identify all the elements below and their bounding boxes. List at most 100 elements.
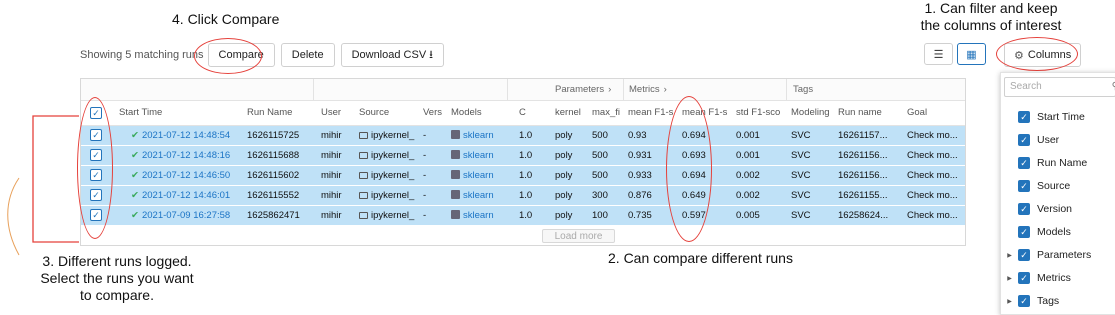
column-option[interactable]: ✓ Run Name <box>1001 153 1115 173</box>
column-header[interactable]: Run Name <box>247 103 317 123</box>
table-cell-source: ipykernel_ <box>359 146 419 166</box>
column-option-label: Parameters <box>1037 249 1092 261</box>
column-header[interactable]: kernel <box>555 103 589 123</box>
table-row[interactable]: ✓ ✔ 2021-07-12 14:48:16 1626115688 mihir ipyk… <box>81 146 965 166</box>
column-option[interactable]: ▶ ✓ Parameters <box>1001 245 1115 265</box>
group-metrics[interactable]: Metrics › <box>629 84 667 95</box>
column-header[interactable]: Modeling <box>791 103 835 123</box>
table-cell-start-time[interactable]: ✔ 2021-07-09 16:27:58 <box>131 206 257 226</box>
table-cell-run-name: 1626115602 <box>247 170 300 181</box>
group-divider <box>313 79 314 101</box>
group-parameters[interactable]: Parameters › <box>555 84 611 95</box>
group-tags[interactable]: Tags <box>793 84 813 95</box>
compare-button[interactable]: Compare <box>207 43 275 67</box>
column-option[interactable]: ✓ User <box>1001 130 1115 150</box>
row-checkbox[interactable]: ✓ <box>90 169 102 181</box>
column-checkbox[interactable]: ✓ <box>1018 272 1030 284</box>
column-checkbox[interactable]: ✓ <box>1018 111 1030 123</box>
column-search-input[interactable]: Search ⚲ <box>1004 77 1115 97</box>
column-header[interactable]: Vers <box>423 103 447 123</box>
expand-arrow-icon[interactable]: ▶ <box>1001 252 1018 259</box>
annotation-step3-line1: 3. Different runs logged. <box>42 253 192 269</box>
runs-table: Parameters › Metrics › Tags ✓ Start Time Run… <box>80 78 966 246</box>
start-time-link[interactable]: 2021-07-12 14:46:50 <box>142 170 230 181</box>
table-cell-std: 0.002 <box>736 170 760 181</box>
row-checkbox[interactable]: ✓ <box>90 189 102 201</box>
table-cell-start-time[interactable]: ✔ 2021-07-12 14:46:50 <box>131 166 257 186</box>
select-all-checkbox[interactable]: ✓ <box>90 107 102 119</box>
table-cell-model[interactable]: sklearn <box>451 126 513 146</box>
column-header[interactable]: mean F1-s <box>628 103 678 123</box>
start-time-link[interactable]: 2021-07-12 14:48:54 <box>142 130 230 141</box>
table-cell-run-name-tag: 16261157... <box>838 130 888 141</box>
table-cell-c: 1.0 <box>519 190 533 201</box>
column-header[interactable]: std F1-sco <box>736 103 786 123</box>
table-cell-c: 1.0 <box>519 170 533 181</box>
table-row[interactable]: ✓ ✔ 2021-07-12 14:46:50 1626115602 mihir ipyk… <box>81 166 965 186</box>
model-link[interactable]: sklearn <box>463 210 494 221</box>
row-checkbox[interactable]: ✓ <box>90 129 102 141</box>
column-header[interactable]: Run name <box>838 103 902 123</box>
load-more-button[interactable]: Load more <box>542 229 615 243</box>
table-cell-run-name: 1626115552 <box>247 190 300 201</box>
column-header[interactable]: max_fi <box>592 103 624 123</box>
column-header[interactable]: Models <box>451 103 513 123</box>
table-row[interactable]: ✓ ✔ 2021-07-12 14:48:54 1626115725 mihir ipyk… <box>81 126 965 146</box>
table-cell-max-fi: 300 <box>592 190 608 201</box>
column-header[interactable]: User <box>321 103 355 123</box>
list-icon: ☰ <box>933 48 944 61</box>
column-option[interactable]: ✓ Start Time <box>1001 107 1115 127</box>
column-header[interactable]: mean F1-s <box>682 103 732 123</box>
table-cell-model[interactable]: sklearn <box>451 166 513 186</box>
model-link[interactable]: sklearn <box>463 150 494 161</box>
model-link[interactable]: sklearn <box>463 170 494 181</box>
column-header[interactable]: Start Time <box>119 103 229 123</box>
column-option[interactable]: ▶ ✓ Tags <box>1001 291 1115 311</box>
column-checkbox[interactable]: ✓ <box>1018 249 1030 261</box>
row-checkbox[interactable]: ✓ <box>90 149 102 161</box>
expand-arrow-icon[interactable]: ▶ <box>1001 275 1018 282</box>
table-cell-model[interactable]: sklearn <box>451 146 513 166</box>
column-checkbox[interactable]: ✓ <box>1018 226 1030 238</box>
model-link[interactable]: sklearn <box>463 190 494 201</box>
download-csv-button[interactable]: Download CSV ⭳ <box>340 43 445 67</box>
toolbar: Showing 5 matching runs Compare Delete D… <box>80 42 450 68</box>
table-cell-modeling: SVC <box>791 210 811 221</box>
column-checkbox[interactable]: ✓ <box>1018 295 1030 307</box>
list-view-button[interactable]: ☰ <box>924 43 953 65</box>
column-header[interactable]: C <box>519 103 549 123</box>
table-cell-kernel: poly <box>555 210 573 221</box>
model-link[interactable]: sklearn <box>463 130 494 141</box>
column-option[interactable]: ✓ Version <box>1001 199 1115 219</box>
table-cell-m1: 0.876 <box>628 190 652 201</box>
table-cell-max-fi: 500 <box>592 130 608 141</box>
start-time-link[interactable]: 2021-07-12 14:48:16 <box>142 150 230 161</box>
table-row[interactable]: ✓ ✔ 2021-07-12 14:46:01 1626115552 mihir ipyk… <box>81 186 965 206</box>
table-row[interactable]: ✓ ✔ 2021-07-09 16:27:58 1625862471 mihir ipyk… <box>81 206 965 226</box>
table-cell-model[interactable]: sklearn <box>451 186 513 206</box>
column-option[interactable]: ✓ Source <box>1001 176 1115 196</box>
start-time-link[interactable]: 2021-07-12 14:46:01 <box>142 190 230 201</box>
row-checkbox[interactable]: ✓ <box>90 209 102 221</box>
table-cell-start-time[interactable]: ✔ 2021-07-12 14:48:16 <box>131 146 257 166</box>
expand-arrow-icon[interactable]: ▶ <box>1001 298 1018 305</box>
column-header[interactable]: Source <box>359 103 419 123</box>
download-csv-label: Download CSV <box>351 49 427 61</box>
column-checkbox[interactable]: ✓ <box>1018 157 1030 169</box>
table-cell-user: mihir <box>321 170 342 181</box>
table-cell-max-fi: 100 <box>592 210 608 221</box>
delete-button[interactable]: Delete <box>280 43 335 67</box>
table-cell-model[interactable]: sklearn <box>451 206 513 226</box>
column-checkbox[interactable]: ✓ <box>1018 134 1030 146</box>
column-checkbox[interactable]: ✓ <box>1018 203 1030 215</box>
start-time-link[interactable]: 2021-07-09 16:27:58 <box>142 210 230 221</box>
columns-button[interactable]: ⚙ Columns <box>1004 43 1082 67</box>
model-icon <box>451 190 460 199</box>
table-cell-start-time[interactable]: ✔ 2021-07-12 14:46:01 <box>131 186 257 206</box>
column-option[interactable]: ▶ ✓ Metrics <box>1001 268 1115 288</box>
column-checkbox[interactable]: ✓ <box>1018 180 1030 192</box>
column-option[interactable]: ✓ Models <box>1001 222 1115 242</box>
table-view-button[interactable]: ▦ <box>957 43 986 65</box>
table-cell-start-time[interactable]: ✔ 2021-07-12 14:48:54 <box>131 126 257 146</box>
column-header[interactable]: Goal <box>907 103 965 123</box>
